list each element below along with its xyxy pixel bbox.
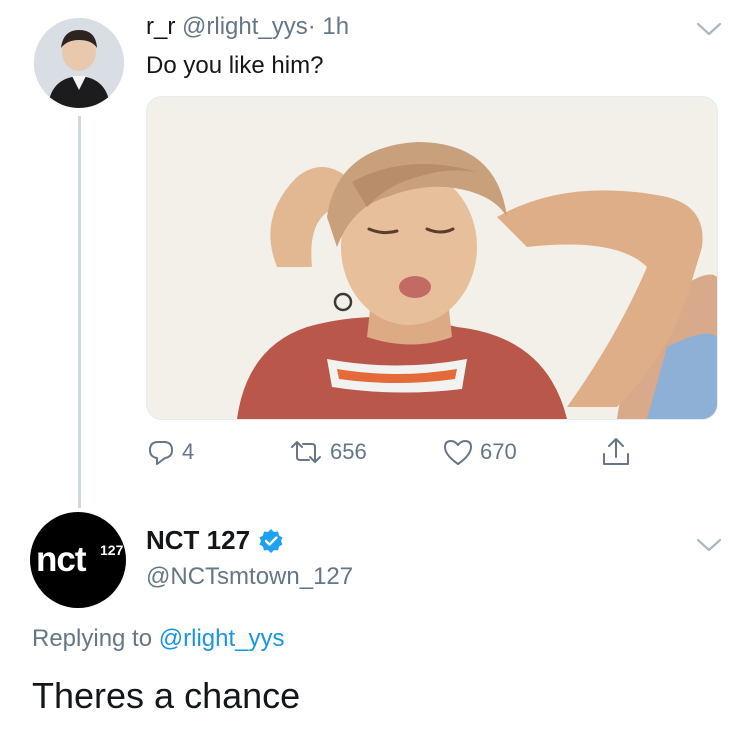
tweet-text: Theres a chance xyxy=(32,675,301,716)
chevron-down-icon[interactable] xyxy=(694,14,724,44)
thread-connector-line xyxy=(78,116,81,508)
logo-superscript: 127 xyxy=(100,542,124,558)
avatar-photo xyxy=(34,18,124,108)
share-icon xyxy=(603,438,629,465)
tweet-header: r_r @rlight_yys· 1h xyxy=(146,13,349,41)
tweet-media-image[interactable] xyxy=(146,96,718,420)
display-name-text[interactable]: NCT 127 xyxy=(146,525,250,556)
retweet-button[interactable]: 656 xyxy=(288,432,367,472)
reply-icon xyxy=(149,441,173,465)
replying-prefix: Replying to xyxy=(32,625,153,652)
tweet-action-bar: 4 656 670 xyxy=(146,432,666,472)
user-handle[interactable]: @rlight_yys xyxy=(182,13,308,40)
replying-to-line: Replying to @rlight_yys xyxy=(32,625,284,653)
like-icon xyxy=(444,440,472,465)
avatar[interactable] xyxy=(34,18,124,108)
like-button[interactable]: 670 xyxy=(442,432,517,472)
retweet-icon xyxy=(291,441,321,463)
verified-icon xyxy=(259,528,283,553)
user-handle[interactable]: @NCTsmtown_127 xyxy=(146,563,353,591)
reply-count: 4 xyxy=(182,439,195,464)
media-photo-person xyxy=(147,97,717,419)
like-count: 670 xyxy=(480,439,517,464)
reply-button[interactable]: 4 xyxy=(146,432,194,472)
chevron-down-icon[interactable] xyxy=(694,530,724,560)
separator-dot: · xyxy=(307,13,316,40)
logo-text: nct xyxy=(36,540,86,579)
display-name[interactable]: r_r xyxy=(146,13,175,40)
tweet-time[interactable]: 1h xyxy=(322,13,349,40)
retweet-count: 656 xyxy=(330,439,367,464)
reply-mention-link[interactable]: @rlight_yys xyxy=(159,625,285,652)
share-button[interactable] xyxy=(598,432,634,472)
display-name: NCT 127 xyxy=(146,525,284,556)
avatar-nct127-logo[interactable]: nct 127 xyxy=(30,512,126,608)
tweet-text: Do you like him? xyxy=(146,52,324,79)
